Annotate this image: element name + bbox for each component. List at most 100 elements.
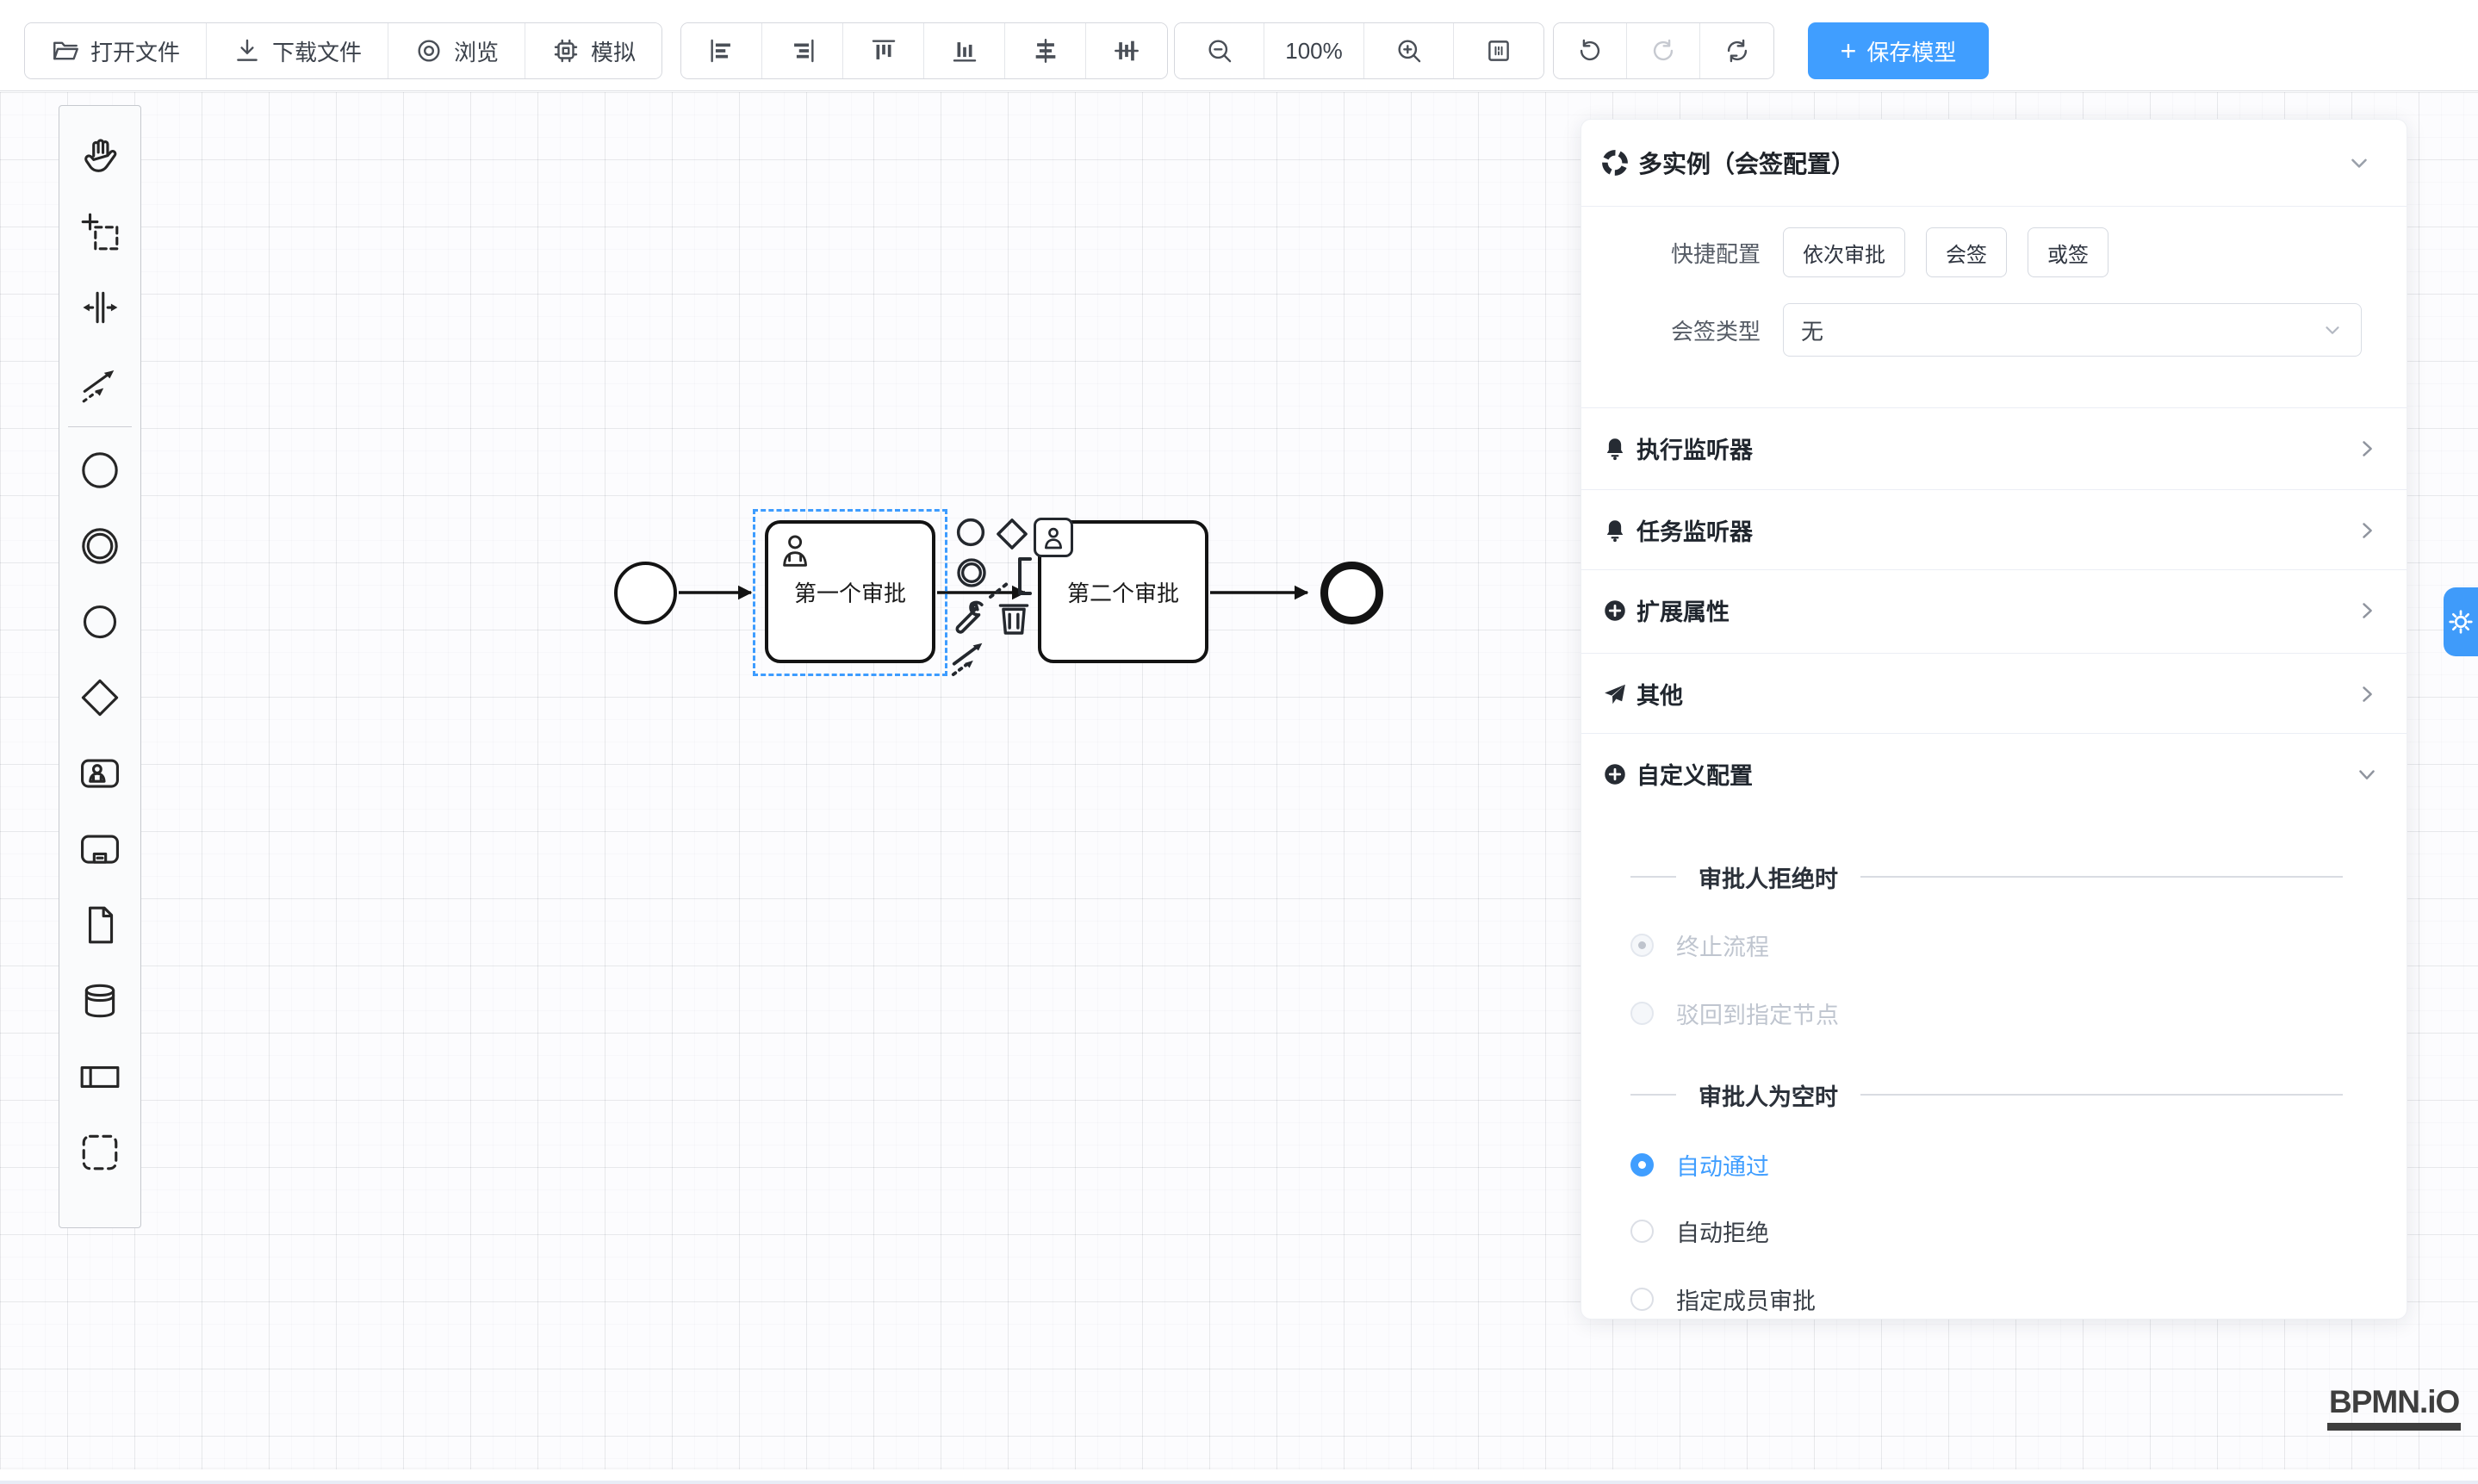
undo-button[interactable]: [1554, 23, 1627, 78]
append-user-task-icon[interactable]: [1034, 518, 1073, 557]
open-file-button[interactable]: 打开文件: [25, 23, 207, 78]
create-data-object[interactable]: [66, 887, 134, 963]
download-file-label: 下载文件: [272, 35, 362, 67]
create-start-event[interactable]: [66, 432, 134, 508]
radio-label: 自动通过: [1676, 1148, 1769, 1182]
task-label: 第二个审批: [1067, 576, 1179, 608]
save-model-button[interactable]: + 保存模型: [1808, 22, 1989, 79]
append-gateway-icon[interactable]: [994, 516, 1030, 552]
create-participant-pool[interactable]: [66, 1039, 134, 1115]
divider-line: [1860, 876, 2343, 878]
align-right-button[interactable]: [762, 23, 843, 78]
end-event-node[interactable]: [1320, 562, 1383, 624]
panel-header[interactable]: 多实例（会签配置）: [1581, 140, 2407, 185]
reset-button[interactable]: [1700, 23, 1773, 78]
append-end-event-icon[interactable]: [953, 514, 989, 550]
divider-line: [1630, 1094, 1676, 1096]
section-label: 扩展属性: [1636, 593, 2355, 627]
connect-tool[interactable]: [66, 345, 134, 421]
tool-palette: [59, 105, 141, 1228]
circle-plus-icon: [1602, 761, 1628, 787]
redo-button[interactable]: [1627, 23, 1700, 78]
section-label: 自定义配置: [1636, 757, 2355, 791]
section-execution-listener[interactable]: 执行监听器: [1581, 407, 2407, 489]
radio-return-to-node: 驳回到指定节点: [1630, 994, 1839, 1032]
download-file-button[interactable]: 下载文件: [207, 23, 388, 78]
fit-viewport-button[interactable]: [1454, 23, 1543, 78]
create-intermediate-event[interactable]: [66, 508, 134, 584]
align-left-button[interactable]: [681, 23, 762, 78]
align-right-icon: [788, 36, 817, 65]
chevron-right-icon: [2355, 437, 2379, 461]
align-tools-group: [680, 22, 1168, 79]
align-center-vertical-button[interactable]: [1086, 23, 1167, 78]
sign-type-value: 无: [1801, 314, 2321, 346]
chevron-right-icon: [2355, 682, 2379, 706]
simulate-button[interactable]: 模拟: [525, 23, 661, 78]
connect-arrows-icon[interactable]: [949, 636, 989, 678]
zoom-out-button[interactable]: [1175, 23, 1264, 78]
zoom-in-button[interactable]: [1364, 23, 1454, 78]
create-user-task[interactable]: [66, 736, 134, 811]
fit-viewport-icon: [1484, 36, 1513, 65]
hand-tool[interactable]: [66, 118, 134, 194]
settings-tab[interactable]: [2444, 587, 2478, 656]
radio-terminate-process: 终止流程: [1630, 926, 1769, 964]
radio-auto-pass[interactable]: 自动通过: [1630, 1146, 1769, 1183]
section-extended-properties[interactable]: 扩展属性: [1581, 569, 2407, 651]
quick-option-countersign[interactable]: 会签: [1926, 227, 2007, 277]
simulate-label: 模拟: [591, 35, 636, 67]
section-label: 任务监听器: [1636, 513, 2355, 547]
undo-icon: [1575, 36, 1605, 65]
append-intermediate-event-icon[interactable]: [954, 556, 989, 590]
user-task-node-1[interactable]: 第一个审批: [765, 520, 935, 663]
chevron-down-icon: [2321, 319, 2344, 341]
section-task-listener[interactable]: 任务监听器: [1581, 489, 2407, 571]
chevron-right-icon: [2355, 518, 2379, 543]
space-tool[interactable]: [66, 270, 134, 345]
section-other[interactable]: 其他: [1581, 653, 2407, 735]
task-label: 第一个审批: [794, 576, 906, 608]
chevron-down-icon: [2346, 150, 2372, 176]
bpmn-io-logo[interactable]: BPMN.iO: [2327, 1385, 2461, 1431]
history-tools-group: [1553, 22, 1774, 79]
align-bottom-button[interactable]: [924, 23, 1005, 78]
reset-icon: [1723, 36, 1752, 65]
align-top-button[interactable]: [843, 23, 924, 78]
zoom-in-icon: [1394, 36, 1424, 65]
section-custom-config[interactable]: 自定义配置: [1581, 733, 2407, 815]
create-group[interactable]: [66, 1115, 134, 1190]
append-text-annotation-icon[interactable]: [987, 556, 1035, 600]
sign-type-select[interactable]: 无: [1783, 303, 2362, 357]
create-end-event[interactable]: [66, 584, 134, 660]
multi-instance-icon: [1600, 148, 1630, 177]
horizontal-scrollbar[interactable]: [0, 1469, 2478, 1484]
bpmn-editor-app: 打开文件 下载文件 浏览 模拟: [0, 0, 2478, 1484]
folder-open-icon: [51, 36, 80, 65]
create-data-store[interactable]: [66, 963, 134, 1039]
file-tools-group: 打开文件 下载文件 浏览 模拟: [24, 22, 662, 79]
align-center-horizontal-button[interactable]: [1005, 23, 1086, 78]
align-left-icon: [707, 36, 736, 65]
quick-config-label: 快捷配置: [1581, 237, 1762, 269]
delete-trash-icon[interactable]: [997, 595, 1030, 638]
sign-type-row: 会签类型 无: [1581, 302, 2407, 357]
change-type-wrench-icon[interactable]: [949, 597, 987, 635]
radio-label: 指定成员审批: [1676, 1282, 1816, 1316]
bell-icon: [1602, 518, 1628, 543]
redo-icon: [1649, 36, 1678, 65]
paper-plane-icon: [1602, 681, 1628, 707]
quick-option-sequential[interactable]: 依次审批: [1783, 227, 1905, 277]
quick-option-orsign[interactable]: 或签: [2028, 227, 2108, 277]
align-bottom-icon: [950, 36, 979, 65]
radio-designated-member[interactable]: 指定成员审批: [1630, 1280, 1816, 1318]
preview-button[interactable]: 浏览: [388, 23, 525, 78]
lasso-tool[interactable]: [66, 194, 134, 270]
zoom-level: 100%: [1264, 23, 1364, 78]
align-top-icon: [869, 36, 898, 65]
radio-label: 终止流程: [1676, 928, 1769, 962]
create-gateway[interactable]: [66, 660, 134, 736]
start-event-node[interactable]: [614, 562, 677, 624]
radio-auto-reject[interactable]: 自动拒绝: [1630, 1212, 1769, 1250]
create-subprocess[interactable]: [66, 811, 134, 887]
